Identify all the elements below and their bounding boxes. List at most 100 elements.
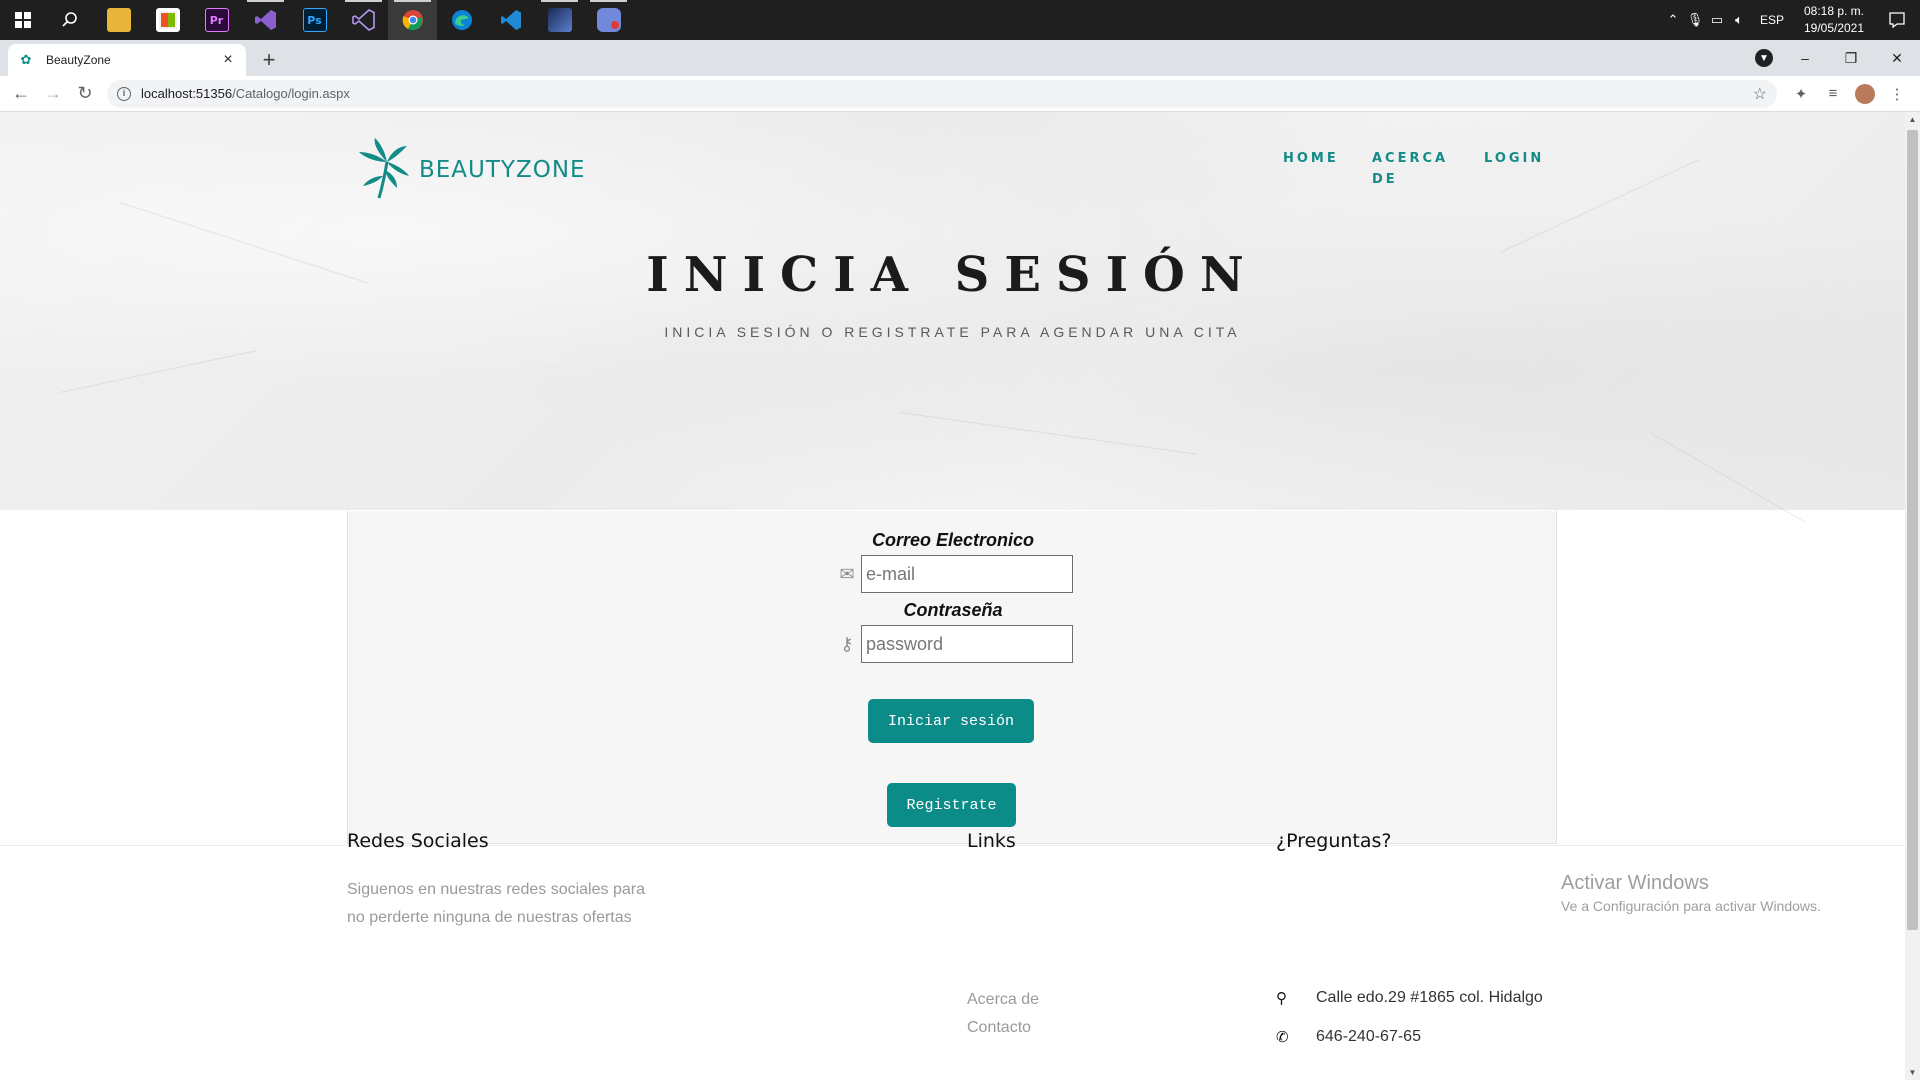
chevron-up-icon[interactable]: ⌃ xyxy=(1662,0,1684,40)
visual-studio-icon xyxy=(351,9,375,31)
scroll-up-arrow-icon[interactable]: ▲ xyxy=(1905,112,1920,127)
login-button[interactable]: Iniciar sesión xyxy=(868,699,1034,743)
lily-flower-icon xyxy=(359,138,409,199)
taskbar-app-discord[interactable] xyxy=(584,0,633,40)
volume-icon[interactable]: 🔈︎ xyxy=(1728,0,1750,40)
logo-text: BEAUTYZONE xyxy=(419,157,586,183)
taskbar-app-photoshop[interactable]: Ps xyxy=(290,0,339,40)
page-scrollbar[interactable]: ▲ ▼ xyxy=(1905,112,1920,1080)
paper-texture xyxy=(1499,159,1700,253)
taskbar-search-button[interactable] xyxy=(45,0,94,40)
taskbar-app-visual-studio[interactable] xyxy=(241,0,290,40)
back-button[interactable]: ← xyxy=(5,78,37,110)
menu-kebab-icon[interactable]: ⋮ xyxy=(1881,78,1913,110)
clock-date: 19/05/2021 xyxy=(1803,21,1865,35)
taskbar-app-game[interactable] xyxy=(535,0,584,40)
restore-button[interactable]: ❐ xyxy=(1828,40,1874,76)
tab-title: BeautyZone xyxy=(46,53,111,67)
phone-icon: ✆ xyxy=(1276,1029,1289,1046)
taskbar-app-file-explorer[interactable] xyxy=(94,0,143,40)
taskbar-app-visual-studio-2[interactable] xyxy=(339,0,388,40)
footer-links-title: Links xyxy=(967,830,1016,852)
profile-avatar[interactable] xyxy=(1855,83,1875,104)
scrollbar-thumb[interactable] xyxy=(1907,130,1918,930)
footer-link-contact[interactable]: Contacto xyxy=(967,1019,1031,1037)
page-viewport: BEAUTYZONE HOME ACERCA DE LOGIN INICIA S… xyxy=(0,112,1905,1080)
nav-link-home[interactable]: HOME xyxy=(1283,148,1339,169)
key-icon: ⚷ xyxy=(840,633,854,654)
microphone-icon[interactable]: 🎙︎ xyxy=(1684,0,1706,40)
email-row: ✉ xyxy=(835,555,1073,593)
watermark-subtitle: Ve a Configuración para activar Windows. xyxy=(1561,898,1821,914)
minimize-button[interactable]: – xyxy=(1782,40,1828,76)
photoshop-icon: Ps xyxy=(302,8,327,32)
browser-tab-active[interactable]: ✿ BeautyZone × xyxy=(8,44,246,76)
page-title: INICIA SESIÓN xyxy=(646,247,1259,303)
paper-texture xyxy=(899,412,1198,455)
paper-texture xyxy=(1649,432,1807,523)
site-favicon: ✿ xyxy=(20,52,32,67)
nav-link-about[interactable]: ACERCA DE xyxy=(1372,148,1452,190)
notification-icon xyxy=(1889,12,1905,28)
chrome-icon xyxy=(402,10,423,31)
password-field[interactable] xyxy=(861,625,1073,663)
footer-questions-title: ¿Preguntas? xyxy=(1276,830,1392,852)
network-icon[interactable]: ▭ xyxy=(1706,0,1728,40)
vscode-icon xyxy=(500,10,521,30)
language-indicator[interactable]: ESP xyxy=(1750,13,1794,27)
windows-start-button[interactable] xyxy=(0,0,45,40)
premiere-icon: Pr xyxy=(204,8,229,32)
footer-phone-text: 646-240-67-65 xyxy=(1316,1028,1421,1045)
password-row: ⚷ xyxy=(835,625,1073,663)
register-button[interactable]: Registrate xyxy=(887,783,1016,827)
url-text[interactable]: localhost:51356/Catalogo/login.aspx xyxy=(141,86,1753,101)
scroll-down-arrow-icon[interactable]: ▼ xyxy=(1905,1065,1920,1080)
taskbar-app-store[interactable] xyxy=(143,0,192,40)
paper-texture xyxy=(59,350,256,393)
taskbar-app-edge[interactable] xyxy=(437,0,486,40)
footer-link-about[interactable]: Acerca de xyxy=(967,991,1039,1009)
password-label: Contraseña xyxy=(903,600,1003,620)
reload-button[interactable]: ↻ xyxy=(69,78,101,110)
login-form: Correo Electronico ✉ Contraseña ⚷ Inicia… xyxy=(347,511,1557,844)
footer-address: ⚲ Calle edo.29 #1865 col. Hidalgo xyxy=(1276,989,1543,1007)
edge-icon xyxy=(451,10,472,30)
nav-link-login[interactable]: LOGIN xyxy=(1484,148,1544,169)
email-field[interactable] xyxy=(861,555,1073,593)
notification-center-button[interactable] xyxy=(1874,0,1920,40)
tab-close-icon[interactable]: × xyxy=(220,51,236,69)
new-tab-button[interactable]: + xyxy=(255,47,283,75)
footer-address-text: Calle edo.29 #1865 col. Hidalgo xyxy=(1316,989,1543,1006)
reading-list-icon[interactable]: ≡ xyxy=(1817,78,1849,110)
site-info-icon[interactable]: i xyxy=(117,86,131,101)
window-controls: ▼ – ❐ ✕ xyxy=(1746,40,1920,76)
page-subtitle: INICIA SESIÓN O REGISTRATE PARA AGENDAR … xyxy=(664,324,1241,340)
watermark-title: Activar Windows xyxy=(1561,872,1709,894)
game-icon xyxy=(547,8,572,32)
url-host: localhost:51356 xyxy=(141,86,233,101)
taskbar-app-vscode[interactable] xyxy=(486,0,535,40)
clock-time: 08:18 p. m. xyxy=(1803,4,1865,18)
url-path: /Catalogo/login.aspx xyxy=(232,86,350,101)
browser-tabstrip: ✿ BeautyZone × + ▼ – ❐ ✕ xyxy=(0,40,1920,76)
browser-toolbar: ← → ↻ i localhost:51356/Catalogo/login.a… xyxy=(0,76,1920,112)
section-divider xyxy=(0,845,1905,846)
windows-taskbar: Pr Ps ⌃ 🎙︎ ▭ 🔈︎ ESP 08:18 p. m. 19/05/20… xyxy=(0,0,1920,40)
system-tray: ⌃ 🎙︎ ▭ 🔈︎ ESP 08:18 p. m. 19/05/2021 xyxy=(1662,0,1920,40)
extensions-icon[interactable]: ✦ xyxy=(1785,78,1817,110)
discord-icon xyxy=(596,8,621,32)
windows-activation-watermark: Activar Windows Ve a Configuración para … xyxy=(1561,872,1821,914)
store-icon xyxy=(155,8,180,32)
address-bar[interactable]: i localhost:51356/Catalogo/login.aspx ☆ xyxy=(107,79,1777,108)
taskbar-app-chrome[interactable] xyxy=(388,0,437,40)
email-label: Correo Electronico xyxy=(871,530,1035,550)
map-marker-icon: ⚲ xyxy=(1276,990,1287,1007)
close-window-button[interactable]: ✕ xyxy=(1874,40,1920,76)
taskbar-clock[interactable]: 08:18 p. m. 19/05/2021 xyxy=(1794,3,1874,37)
bookmark-star-icon[interactable]: ☆ xyxy=(1753,84,1767,104)
site-logo[interactable]: BEAUTYZONE xyxy=(357,136,586,200)
tab-search-button[interactable]: ▼ xyxy=(1746,40,1782,76)
forward-button[interactable]: → xyxy=(37,78,69,110)
taskbar-app-premiere[interactable]: Pr xyxy=(192,0,241,40)
footer-phone: ✆ 646-240-67-65 xyxy=(1276,1028,1421,1046)
